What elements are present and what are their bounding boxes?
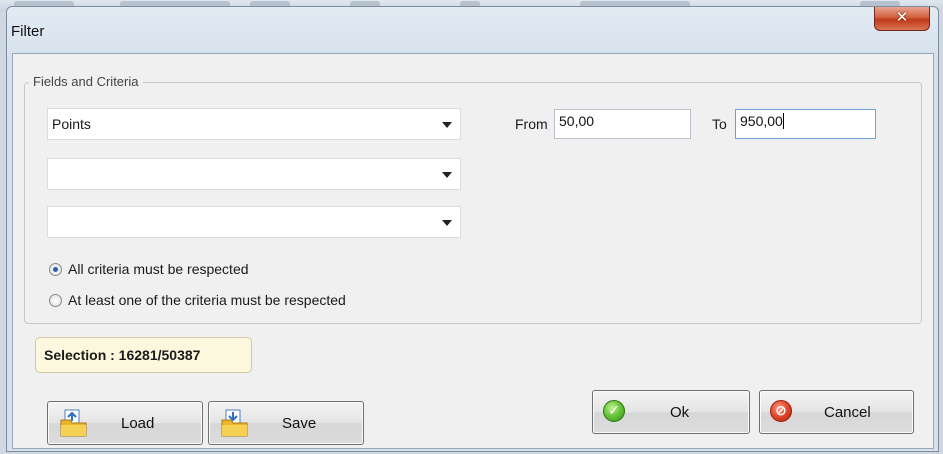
check-circle-icon: ✓: [603, 400, 625, 422]
chevron-down-icon: [442, 172, 452, 178]
save-button-label: Save: [282, 415, 317, 432]
radio-any-criteria-label: At least one of the criteria must be res…: [68, 292, 346, 308]
to-input-value: 950,00: [740, 113, 783, 129]
close-button[interactable]: ✕: [874, 7, 930, 31]
text-caret: [782, 113, 784, 129]
from-input-value: 50,00: [559, 113, 595, 129]
radio-button[interactable]: [49, 294, 62, 307]
group-legend: Fields and Criteria: [29, 74, 143, 89]
ok-button[interactable]: ✓ Ok: [592, 390, 750, 434]
cancel-button[interactable]: ⊘ Cancel: [759, 390, 914, 434]
ok-button-label: Ok: [670, 404, 690, 421]
from-label: From: [515, 116, 548, 132]
from-input[interactable]: 50,00: [554, 109, 691, 139]
title-bar: Filter ✕: [7, 7, 938, 53]
to-label: To: [712, 116, 727, 132]
field-select-1-value: Points: [52, 116, 91, 132]
radio-all-criteria-label: All criteria must be respected: [68, 261, 249, 277]
folder-open-icon: [60, 409, 87, 437]
dialog-title: Filter: [11, 23, 45, 40]
cancel-button-label: Cancel: [824, 404, 871, 421]
dialog-body: Fields and Criteria Points From 50,00 To…: [12, 53, 934, 449]
filter-dialog: Filter ✕ Fields and Criteria Points From…: [6, 6, 939, 452]
cancel-circle-icon: ⊘: [770, 400, 792, 422]
load-button[interactable]: Load: [47, 401, 203, 445]
folder-save-icon: [221, 409, 248, 437]
save-button[interactable]: Save: [208, 401, 364, 445]
chevron-down-icon: [442, 220, 452, 226]
chevron-down-icon: [442, 122, 452, 128]
to-input[interactable]: 950,00: [735, 109, 876, 139]
selection-count-badge: Selection : 16281/50387: [35, 337, 252, 373]
field-select-3[interactable]: [47, 206, 461, 238]
field-select-1[interactable]: Points: [47, 108, 461, 140]
radio-button-checked[interactable]: [49, 263, 62, 276]
field-select-2[interactable]: [47, 158, 461, 190]
close-icon: ✕: [895, 9, 909, 26]
load-button-label: Load: [121, 415, 155, 432]
